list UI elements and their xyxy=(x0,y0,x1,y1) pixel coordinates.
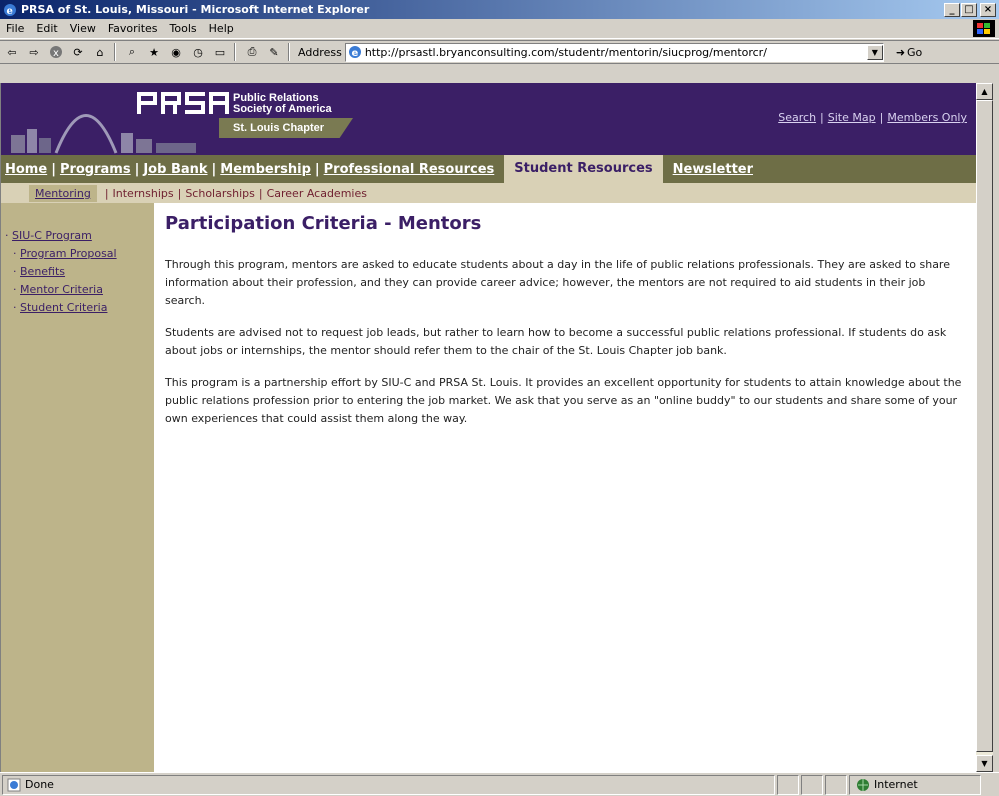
address-dropdown-icon[interactable]: ▼ xyxy=(866,44,883,60)
nav-job-bank[interactable]: Job Bank xyxy=(139,162,211,177)
go-arrow-icon: ➜ xyxy=(895,45,906,59)
address-input[interactable]: http://prsastl.bryanconsulting.com/stude… xyxy=(365,46,867,59)
window-title-bar: e PRSA of St. Louis, Missouri - Microsof… xyxy=(0,0,999,19)
menu-help[interactable]: Help xyxy=(203,22,240,35)
sidebar-item-siuc-program[interactable]: · SIU-C Program xyxy=(1,227,154,245)
windows-logo-icon xyxy=(973,20,995,37)
nav-membership[interactable]: Membership xyxy=(216,162,315,177)
stop-icon[interactable]: x xyxy=(46,42,66,62)
address-label: Address xyxy=(298,45,342,59)
print-icon[interactable]: ⎙ xyxy=(242,42,262,62)
ie-icon: e xyxy=(4,3,16,17)
window-title: PRSA of St. Louis, Missouri - Microsoft … xyxy=(21,3,370,16)
members-only-link[interactable]: Members Only xyxy=(887,111,967,124)
page-icon: e xyxy=(348,46,361,59)
subnav-internships[interactable]: Internships xyxy=(113,187,174,200)
scroll-thumb[interactable] xyxy=(976,100,993,752)
back-icon[interactable]: ⇦ xyxy=(2,42,22,62)
subnav-mentoring[interactable]: Mentoring xyxy=(29,184,97,202)
search-icon[interactable]: ⌕ xyxy=(122,42,142,62)
close-button[interactable]: × xyxy=(980,2,996,17)
site-banner: Public Relations Society of America St. … xyxy=(1,83,977,155)
nav-home[interactable]: Home xyxy=(1,162,51,177)
refresh-icon[interactable]: ⟳ xyxy=(68,42,88,62)
main-nav: Home | Programs | Job Bank | Membership | Pr… xyxy=(1,155,977,183)
nav-newsletter[interactable]: Newsletter xyxy=(669,162,757,177)
sidebar-item-mentor-criteria[interactable]: · Mentor Criteria xyxy=(1,281,154,299)
globe-icon xyxy=(857,778,869,791)
paragraph: This program is a partnership effort by … xyxy=(165,376,962,425)
page-title: Participation Criteria - Mentors xyxy=(165,213,482,234)
paragraph: Students are advised not to request job … xyxy=(165,326,947,357)
subnav-scholarships[interactable]: Scholarships xyxy=(185,187,255,200)
sidebar-item-student-criteria[interactable]: · Student Criteria xyxy=(1,299,154,317)
toolbar: ⇦ ⇨ x ⟳ ⌂ ⌕ ★ ◉ ◷ ▭ ⎙ ✎ Address e http:/… xyxy=(0,40,999,64)
scroll-down-icon[interactable]: ▼ xyxy=(976,755,993,772)
zone-label: Internet xyxy=(874,778,918,791)
history-icon[interactable]: ◷ xyxy=(188,42,208,62)
media-icon[interactable]: ◉ xyxy=(166,42,186,62)
nav-student-resources[interactable]: Student Resources xyxy=(504,155,663,183)
svg-text:e: e xyxy=(7,6,13,17)
go-label: Go xyxy=(907,45,923,59)
menu-view[interactable]: View xyxy=(64,22,102,35)
menu-file[interactable]: File xyxy=(0,22,30,35)
status-text: Done xyxy=(25,778,54,791)
nav-professional-resources[interactable]: Professional Resources xyxy=(320,162,499,177)
vertical-scrollbar[interactable]: ▲ ▼ xyxy=(976,83,993,772)
go-button[interactable]: ➜ Go xyxy=(896,46,922,59)
sidebar-item-benefits[interactable]: · Benefits xyxy=(1,263,154,281)
forward-icon[interactable]: ⇨ xyxy=(24,42,44,62)
home-icon[interactable]: ⌂ xyxy=(90,42,110,62)
menu-favorites[interactable]: Favorites xyxy=(102,22,164,35)
maximize-button[interactable]: □ xyxy=(961,2,977,17)
search-link[interactable]: Search xyxy=(778,111,816,124)
minimize-button[interactable]: _ xyxy=(944,2,960,17)
page-done-icon xyxy=(7,778,21,791)
menu-edit[interactable]: Edit xyxy=(30,22,63,35)
utility-links: Search | Site Map | Members Only xyxy=(778,111,967,124)
scroll-up-icon[interactable]: ▲ xyxy=(976,83,993,100)
folder-icon[interactable]: ▭ xyxy=(210,42,230,62)
svg-text:x: x xyxy=(53,48,59,59)
favorites-icon[interactable]: ★ xyxy=(144,42,164,62)
prsa-logo xyxy=(137,92,229,114)
chapter-badge: St. Louis Chapter xyxy=(219,118,353,138)
menu-bar: File Edit View Favorites Tools Help xyxy=(0,19,999,39)
site-map-link[interactable]: Site Map xyxy=(828,111,876,124)
left-sidebar: · SIU-C Program · Program Proposal · Ben… xyxy=(1,203,154,772)
edit-icon[interactable]: ✎ xyxy=(264,42,284,62)
address-bar[interactable]: e http://prsastl.bryanconsulting.com/stu… xyxy=(344,42,884,62)
sub-nav: Mentoring | Internships | Scholarships | Ca… xyxy=(1,183,977,203)
security-zone: Internet xyxy=(849,774,981,795)
status-bar: Done Internet xyxy=(0,772,999,796)
menu-tools[interactable]: Tools xyxy=(164,22,203,35)
subnav-career-academies[interactable]: Career Academies xyxy=(267,187,367,200)
nav-programs[interactable]: Programs xyxy=(56,162,135,177)
sidebar-item-program-proposal[interactable]: · Program Proposal xyxy=(1,245,154,263)
browser-viewport: Public Relations Society of America St. … xyxy=(0,83,983,772)
organization-name: Public Relations Society of America xyxy=(233,92,332,115)
paragraph: Through this program, mentors are asked … xyxy=(165,258,950,307)
svg-text:e: e xyxy=(351,48,358,59)
main-content: Participation Criteria - Mentors Through… xyxy=(165,213,965,442)
